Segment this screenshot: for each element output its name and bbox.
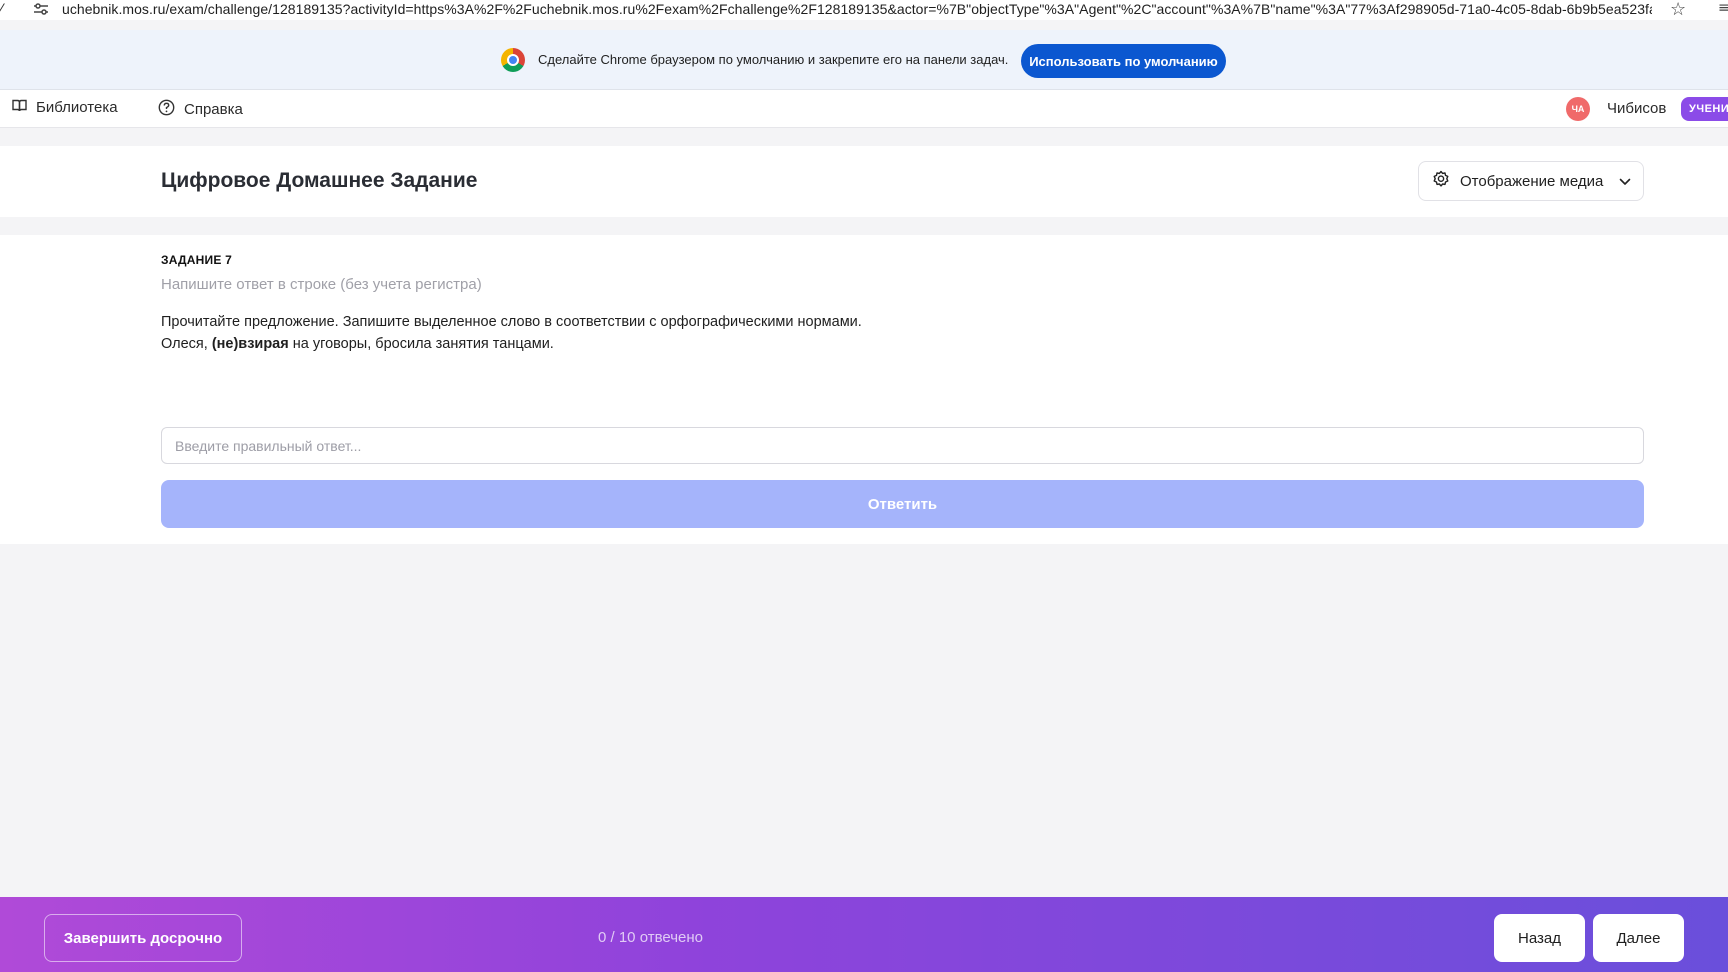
finish-early-button[interactable]: Завершить досрочно (44, 914, 242, 962)
bottom-bar: Завершить досрочно 0 / 10 отвечено Назад… (0, 897, 1728, 972)
task-number-label: ЗАДАНИЕ 7 (161, 253, 232, 267)
gear-icon (1432, 170, 1450, 192)
page-title: Цифровое Домашнее Задание (161, 169, 478, 192)
top-navigation: Библиотека Справка ЧА Чибисов УЧЕНИК (0, 90, 1728, 128)
sentence-before: Олеся, (161, 336, 212, 352)
user-name[interactable]: Чибисов (1607, 100, 1666, 117)
use-as-default-button[interactable]: Использовать по умолчанию (1021, 44, 1226, 78)
chevron-down-icon (1619, 173, 1631, 190)
media-display-dropdown[interactable]: Отображение медиа (1418, 161, 1644, 201)
sentence-after: на уговоры, бросила занятия танцами. (288, 336, 554, 352)
nav-library-label: Библиотека (36, 99, 118, 116)
back-edge-glyph: ⁄ (0, 2, 3, 18)
site-settings-icon[interactable] (32, 1, 50, 17)
bookmark-star-icon[interactable]: ☆ (1670, 0, 1686, 20)
nav-help[interactable]: Справка (158, 99, 243, 120)
avatar[interactable]: ЧА (1566, 97, 1590, 121)
default-browser-infobar: Сделайте Chrome браузером по умолчанию и… (0, 30, 1728, 90)
progress-counter: 0 / 10 отвечено (598, 929, 704, 946)
browser-address-bar: ⁄ uchebnik.mos.ru/exam/challenge/1281891… (0, 0, 1728, 20)
task-card: ЗАДАНИЕ 7 Напишите ответ в строке (без у… (0, 235, 1728, 544)
sentence-highlighted-word: (не)взирая (211, 336, 289, 352)
task-text: Прочитайте предложение. Запишите выделен… (161, 311, 862, 355)
title-card: Цифровое Домашнее Задание Отображение ме… (0, 146, 1728, 217)
role-badge: УЧЕНИК (1681, 97, 1728, 121)
task-sentence: Олеся, (не)взирая на уговоры, бросила за… (161, 333, 862, 355)
book-icon (12, 99, 27, 116)
media-display-label: Отображение медиа (1460, 172, 1604, 190)
url-field[interactable]: uchebnik.mos.ru/exam/challenge/128189135… (62, 1, 1652, 17)
task-hint: Напишите ответ в строке (без учета регис… (161, 276, 482, 293)
task-instruction: Прочитайте предложение. Запишите выделен… (161, 314, 862, 330)
browser-menu-icon[interactable]: ≡ (1718, 0, 1728, 16)
submit-answer-button[interactable]: Ответить (161, 480, 1644, 528)
nav-library[interactable]: Библиотека (12, 99, 118, 116)
nav-help-label: Справка (184, 101, 243, 118)
answer-input[interactable] (161, 427, 1644, 464)
chrome-logo-icon (501, 48, 525, 72)
question-circle-icon (158, 99, 175, 120)
back-button[interactable]: Назад (1494, 914, 1585, 962)
next-button[interactable]: Далее (1593, 914, 1684, 962)
infobar-message: Сделайте Chrome браузером по умолчанию и… (538, 52, 1009, 67)
